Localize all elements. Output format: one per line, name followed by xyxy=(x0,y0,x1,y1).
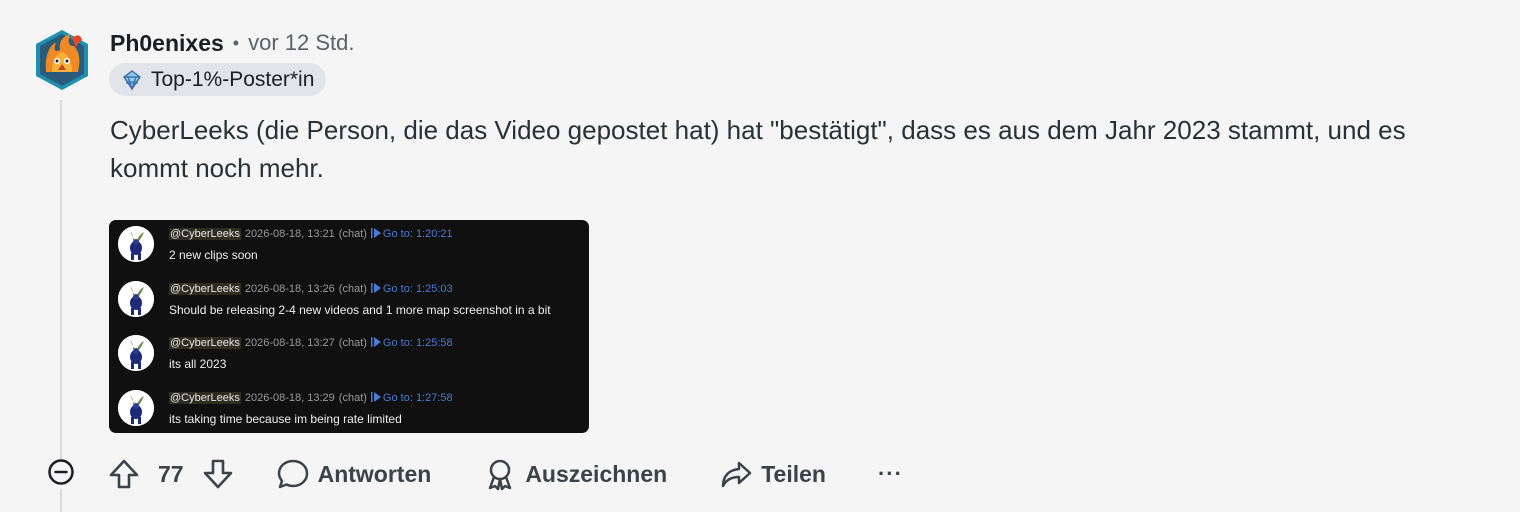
chat-goto-label: Go to: 1:25:03 xyxy=(382,283,453,295)
chat-goto-label: Go to: 1:20:21 xyxy=(382,228,453,240)
award-label: Auszeichnen xyxy=(525,460,668,487)
user-avatar[interactable] xyxy=(32,28,92,92)
play-icon xyxy=(370,228,381,241)
chat-header: @CyberLeeks 2026-08-18, 13:27 (chat) Go to:… xyxy=(169,337,453,350)
share-label: Teilen xyxy=(761,460,826,487)
chat-goto-link: Go to: 1:27:58 xyxy=(370,392,453,405)
chat-header: @CyberLeeks 2026-08-18, 13:26 (chat) Go to:… xyxy=(169,283,453,296)
share-button[interactable]: Teilen xyxy=(719,457,826,491)
chat-username: @CyberLeeks xyxy=(169,228,241,240)
flair-label: Top-1%-Poster*in xyxy=(151,67,315,91)
chat-avatar xyxy=(118,335,154,371)
more-dots-icon: ··· xyxy=(877,461,903,486)
comment-body: CyberLeeks (die Person, die das Video ge… xyxy=(110,115,1406,183)
comment-meta: Ph0enixes • vor 12 Std. xyxy=(110,29,355,57)
award-ribbon-icon xyxy=(483,457,517,491)
chat-date: 2026-08-18, 13:27 xyxy=(244,337,335,349)
chat-goto-label: Go to: 1:27:58 xyxy=(382,392,453,404)
upvote-button[interactable] xyxy=(106,456,142,492)
username-link[interactable]: Ph0enixes xyxy=(110,30,224,57)
chat-goto-label: Go to: 1:25:58 xyxy=(382,337,453,349)
vote-count: 77 xyxy=(158,460,184,487)
reply-label: Antworten xyxy=(317,460,432,487)
arrow-up-icon xyxy=(106,456,142,492)
embedded-image[interactable]: @CyberLeeks 2026-08-18, 13:21 (chat) Go to:… xyxy=(109,220,589,433)
thread-line[interactable] xyxy=(60,100,62,512)
chat-date: 2026-08-18, 13:29 xyxy=(244,392,335,404)
award-button[interactable]: Auszeichnen xyxy=(483,457,667,491)
chat-text: Should be releasing 2-4 new videos and 1… xyxy=(169,303,551,317)
action-bar: 77 Antworten Auszeichnen Teilen ··· xyxy=(106,452,903,496)
chat-header: @CyberLeeks 2026-08-18, 13:29 (chat) Go to:… xyxy=(169,392,453,405)
more-options-button[interactable]: ··· xyxy=(878,461,903,487)
diamond-badge-icon xyxy=(121,69,143,91)
share-arrow-icon xyxy=(719,457,753,491)
speech-bubble-icon xyxy=(276,457,310,491)
downvote-button[interactable] xyxy=(200,456,236,492)
play-icon xyxy=(370,283,381,296)
chat-username: @CyberLeeks xyxy=(169,337,241,349)
comment: Ph0enixes • vor 12 Std. Top-1%-Poster*in… xyxy=(0,0,1520,512)
chat-type: (chat) xyxy=(338,337,367,349)
chat-username: @CyberLeeks xyxy=(169,283,241,295)
chat-goto-link: Go to: 1:20:21 xyxy=(370,228,453,241)
comment-timestamp[interactable]: vor 12 Std. xyxy=(248,30,354,56)
chat-avatar xyxy=(118,281,154,317)
chat-goto-link: Go to: 1:25:03 xyxy=(370,283,453,296)
chat-avatar xyxy=(118,390,154,426)
chat-message: @CyberLeeks 2026-08-18, 13:27 (chat) Go to:… xyxy=(109,331,589,381)
chat-goto-link: Go to: 1:25:58 xyxy=(370,337,453,350)
play-icon xyxy=(370,392,381,405)
chat-date: 2026-08-18, 13:21 xyxy=(244,228,335,240)
chat-header: @CyberLeeks 2026-08-18, 13:21 (chat) Go to:… xyxy=(169,228,453,241)
collapse-button[interactable] xyxy=(46,458,76,491)
chat-username: @CyberLeeks xyxy=(169,392,241,404)
chat-date: 2026-08-18, 13:26 xyxy=(244,283,335,295)
chat-message: @CyberLeeks 2026-08-18, 13:21 (chat) Go to:… xyxy=(109,222,589,272)
user-flair: Top-1%-Poster*in xyxy=(109,63,327,96)
chat-avatar xyxy=(118,226,154,262)
minus-circle-icon xyxy=(47,458,75,491)
play-icon xyxy=(370,337,381,350)
chat-text: 2 new clips soon xyxy=(169,248,258,262)
chat-message: @CyberLeeks 2026-08-18, 13:29 (chat) Go to:… xyxy=(109,386,589,433)
meta-separator: • xyxy=(232,32,240,53)
chat-message: @CyberLeeks 2026-08-18, 13:26 (chat) Go to:… xyxy=(109,277,589,327)
chat-type: (chat) xyxy=(338,392,367,404)
reply-button[interactable]: Antworten xyxy=(276,457,432,491)
chat-type: (chat) xyxy=(338,283,367,295)
arrow-down-icon xyxy=(200,456,236,492)
chat-text: its taking time because im being rate li… xyxy=(169,412,402,426)
chat-type: (chat) xyxy=(338,228,367,240)
chat-text: its all 2023 xyxy=(169,357,227,371)
